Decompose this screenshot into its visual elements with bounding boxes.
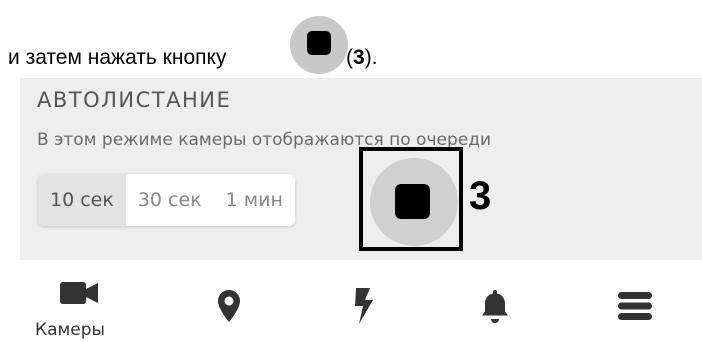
nav-item-notifications[interactable] [482,288,508,328]
menu-icon [618,292,652,320]
nav-label-cameras: Камеры [35,320,105,340]
nav-item-menu[interactable] [618,292,652,324]
inline-stop-button-illustration [290,16,348,74]
interval-selector: 10 сек 30 сек 1 мин [38,174,295,226]
lightning-icon [355,288,373,324]
nav-item-map[interactable] [218,290,240,326]
map-pin-icon [218,290,240,322]
interval-1m[interactable]: 1 мин [214,174,295,226]
interval-30s[interactable]: 30 сек [126,174,214,226]
interval-10s[interactable]: 10 сек [38,174,126,226]
video-camera-icon [60,282,98,304]
bottom-nav: Камеры [0,262,702,342]
nav-item-cameras[interactable] [60,282,98,308]
callout-number: 3 [469,174,492,218]
highlight-frame [359,147,463,251]
instruction-reference: (3). [346,46,378,69]
reference-number: 3 [353,46,365,69]
nav-item-events[interactable] [354,288,374,328]
instruction-before: и затем нажать кнопку [8,46,227,69]
panel-title: АВТОЛИСТАНИЕ [37,88,232,112]
stop-icon [307,31,331,55]
bell-icon [482,290,508,323]
